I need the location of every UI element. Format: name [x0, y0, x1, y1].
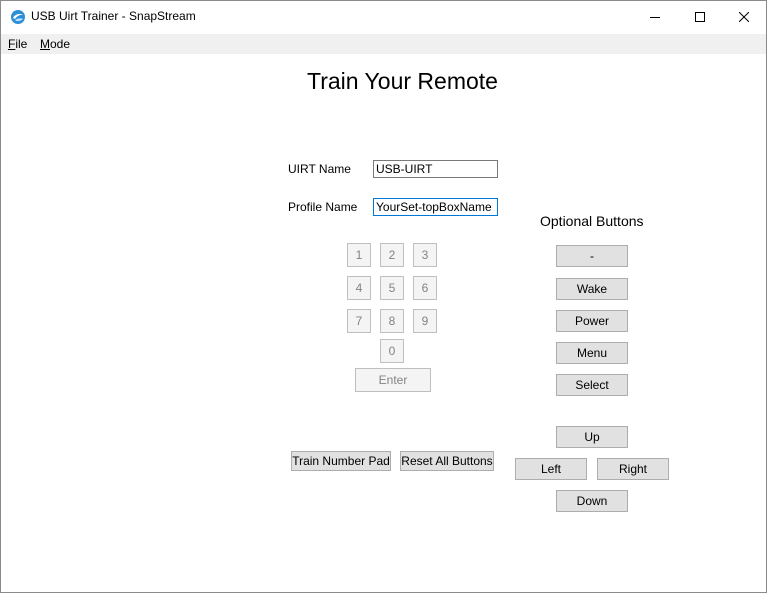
minimize-button[interactable] [632, 1, 678, 33]
close-button[interactable] [721, 1, 766, 33]
keypad-button-9[interactable]: 9 [413, 309, 437, 333]
title-bar[interactable]: USB Uirt Trainer - SnapStream [1, 1, 766, 33]
keypad-button-3[interactable]: 3 [413, 243, 437, 267]
uirt-name-label: UIRT Name [288, 162, 351, 176]
snapstream-logo-icon [11, 10, 25, 24]
keypad-button-2[interactable]: 2 [380, 243, 404, 267]
keypad-button-1[interactable]: 1 [347, 243, 371, 267]
keypad-button-8[interactable]: 8 [380, 309, 404, 333]
dash-button[interactable]: - [556, 245, 628, 267]
optional-buttons-heading: Optional Buttons [540, 213, 644, 229]
keypad-button-0[interactable]: 0 [380, 339, 404, 363]
train-number-pad-button[interactable]: Train Number Pad [291, 451, 391, 471]
select-button[interactable]: Select [556, 374, 628, 396]
power-button[interactable]: Power [556, 310, 628, 332]
minimize-icon [650, 17, 660, 18]
page-title: Train Your Remote [307, 68, 498, 94]
maximize-button[interactable] [677, 1, 723, 33]
keypad-button-5[interactable]: 5 [380, 276, 404, 300]
profile-name-input[interactable] [373, 198, 498, 216]
right-button[interactable]: Right [597, 458, 669, 480]
menu-file[interactable]: File [8, 37, 27, 51]
left-button[interactable]: Left [515, 458, 587, 480]
menu-bar: File Mode [1, 34, 766, 54]
profile-name-label: Profile Name [288, 200, 358, 214]
maximize-icon [695, 12, 705, 22]
menu-mode[interactable]: Mode [40, 37, 70, 51]
keypad-button-7[interactable]: 7 [347, 309, 371, 333]
keypad-button-6[interactable]: 6 [413, 276, 437, 300]
down-button[interactable]: Down [556, 490, 628, 512]
keypad-button-4[interactable]: 4 [347, 276, 371, 300]
menu-button[interactable]: Menu [556, 342, 628, 364]
enter-button[interactable]: Enter [355, 368, 431, 392]
app-window: USB Uirt Trainer - SnapStream File Mode … [0, 0, 767, 593]
wake-button[interactable]: Wake [556, 278, 628, 300]
window-title: USB Uirt Trainer - SnapStream [31, 9, 196, 23]
reset-all-buttons-button[interactable]: Reset All Buttons [400, 451, 494, 471]
close-icon [739, 12, 749, 22]
up-button[interactable]: Up [556, 426, 628, 448]
uirt-name-input[interactable] [373, 160, 498, 178]
